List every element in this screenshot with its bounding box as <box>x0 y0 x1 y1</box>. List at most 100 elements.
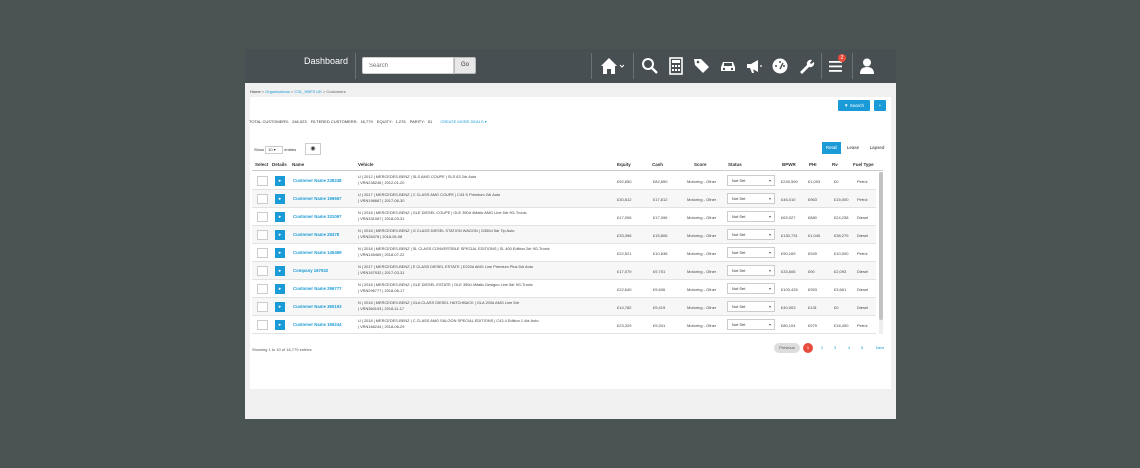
create-more-deals-link[interactable]: CREATE MORE DEALS ▾ <box>440 119 486 124</box>
scrollbar-thumb[interactable] <box>879 172 883 320</box>
cash-value: £82,650 <box>653 179 668 184</box>
customer-name-link[interactable]: Customer Name 145469 <box>293 250 342 255</box>
megaphone-icon[interactable] <box>745 57 763 75</box>
tab-lapsed[interactable]: Lapsed <box>866 142 888 154</box>
details-button[interactable]: ▸ <box>275 284 285 294</box>
column-header[interactable]: Name <box>292 162 304 167</box>
score-value: Motoring - Other <box>687 269 717 274</box>
column-visibility-button[interactable]: ◉ <box>305 143 321 155</box>
details-button[interactable]: ▸ <box>275 248 285 258</box>
rv-value: £2,093 <box>834 269 847 274</box>
home-icon[interactable] <box>600 57 624 75</box>
page-4-button[interactable]: 4 <box>844 343 854 353</box>
column-header[interactable]: Equity <box>617 162 631 167</box>
column-header[interactable]: Vehicle <box>358 162 374 167</box>
status-select[interactable]: Not Set ▾ <box>727 265 775 276</box>
status-select[interactable]: Not Set ▾ <box>727 229 775 240</box>
rv-value: £15,000 <box>834 197 849 202</box>
status-select[interactable]: Not Set ▾ <box>727 193 775 204</box>
search-input[interactable] <box>362 57 454 74</box>
customer-name-link[interactable]: Company 167932 <box>293 268 328 273</box>
status-select[interactable]: Not Set ▾ <box>727 247 775 258</box>
bpwr-value: £130,731 <box>781 233 798 238</box>
details-button[interactable]: ▸ <box>275 320 285 330</box>
customer-name-link[interactable]: Customer Name 296777 <box>293 286 342 291</box>
calculator-icon[interactable] <box>667 57 685 75</box>
details-button[interactable]: ▸ <box>275 230 285 240</box>
divider <box>355 53 356 79</box>
rv-value: £10,000 <box>834 251 849 256</box>
breadcrumb-home[interactable]: Home <box>250 89 261 94</box>
customer-name-link[interactable]: Customer Name 360193 <box>293 304 342 309</box>
page-5-button[interactable]: 5 <box>857 343 867 353</box>
select-checkbox[interactable] <box>257 248 268 258</box>
go-button[interactable]: Go <box>454 57 476 74</box>
equity-value: £22,640 <box>617 287 632 292</box>
add-button[interactable]: + <box>874 100 886 111</box>
status-select[interactable]: Not Set ▾ <box>727 301 775 312</box>
select-checkbox[interactable] <box>257 176 268 186</box>
page-length-select[interactable]: 10 ▾ <box>265 146 284 154</box>
tab-lease[interactable]: Lease <box>843 142 863 154</box>
customer-name-link[interactable]: Customer Name 331067 <box>293 214 342 219</box>
column-header[interactable]: Cash <box>652 162 663 167</box>
score-value: Motoring - Other <box>687 233 717 238</box>
tags-icon[interactable] <box>693 57 711 75</box>
user-icon[interactable] <box>858 57 876 75</box>
score-value: Motoring - Other <box>687 323 717 328</box>
select-checkbox[interactable] <box>257 284 268 294</box>
column-header[interactable]: Status <box>728 162 742 167</box>
column-header[interactable]: Select <box>255 162 268 167</box>
column-header[interactable]: Rv <box>832 162 838 167</box>
details-button[interactable]: ▸ <box>275 266 285 276</box>
tab-retail[interactable]: Retail <box>822 142 841 154</box>
column-header[interactable]: Details <box>272 162 287 167</box>
next-page-button[interactable]: Next <box>871 343 889 353</box>
customer-name-link[interactable]: Customer Name 238248 <box>293 178 342 183</box>
details-button[interactable]: ▸ <box>275 302 285 312</box>
filter-search-button[interactable]: ▼ Search <box>838 100 870 111</box>
page-2-button[interactable]: 2 <box>817 343 827 353</box>
select-checkbox[interactable] <box>257 266 268 276</box>
breadcrumb-organisations[interactable]: Organisations <box>265 89 290 94</box>
column-header[interactable]: BPWR <box>782 162 796 167</box>
details-button[interactable]: ▸ <box>275 194 285 204</box>
equity-value: £33,396 <box>617 233 632 238</box>
customer-name-link[interactable]: Customer Name 28478 <box>293 232 339 237</box>
status-select[interactable]: Not Set ▾ <box>727 175 775 186</box>
customer-name-link[interactable]: Customer Name 196667 <box>293 196 342 201</box>
equity-value: £23,329 <box>617 323 632 328</box>
dashboard-gauge-icon[interactable] <box>771 57 789 75</box>
select-checkbox[interactable] <box>257 302 268 312</box>
search-icon[interactable] <box>641 57 659 75</box>
rv-value: £38,279 <box>834 233 849 238</box>
status-select[interactable]: Not Set ▾ <box>727 211 775 222</box>
select-checkbox[interactable] <box>257 212 268 222</box>
details-button[interactable]: ▸ <box>275 212 285 222</box>
previous-page-button[interactable]: Previous <box>774 343 800 353</box>
vehicle-info: N | 2018 | MERCEDES-BENZ | GLE DIESEL CO… <box>358 210 527 221</box>
breadcrumb-organisation[interactable]: CSL_HBFS UK <box>294 89 321 94</box>
select-checkbox[interactable] <box>257 194 268 204</box>
column-header[interactable]: Fuel Type <box>853 162 874 167</box>
status-select[interactable]: Not Set ▾ <box>727 319 775 330</box>
table-scrollbar[interactable] <box>879 172 883 334</box>
bpwr-value: £46,010 <box>781 197 796 202</box>
page-3-button[interactable]: 3 <box>830 343 840 353</box>
car-icon[interactable] <box>719 57 737 75</box>
page-1-button[interactable]: 1 <box>803 343 813 353</box>
customer-name-link[interactable]: Customer Name 166244 <box>293 322 342 327</box>
eye-icon: ◉ <box>310 146 316 152</box>
select-checkbox[interactable] <box>257 230 268 240</box>
status-select[interactable]: Not Set ▾ <box>727 283 775 294</box>
table-row: ▸ Company 167932 N | 2017 | MERCEDES-BEN… <box>252 262 876 280</box>
column-header[interactable]: PHI <box>809 162 817 167</box>
column-header[interactable]: Score <box>694 162 707 167</box>
details-button[interactable]: ▸ <box>275 176 285 186</box>
wrench-icon[interactable] <box>797 57 815 75</box>
bpwr-value: £80,104 <box>781 323 796 328</box>
score-value: Motoring - Other <box>687 179 717 184</box>
select-checkbox[interactable] <box>257 320 268 330</box>
rv-value: £0 <box>834 305 839 310</box>
equity-value: £14,782 <box>617 305 632 310</box>
